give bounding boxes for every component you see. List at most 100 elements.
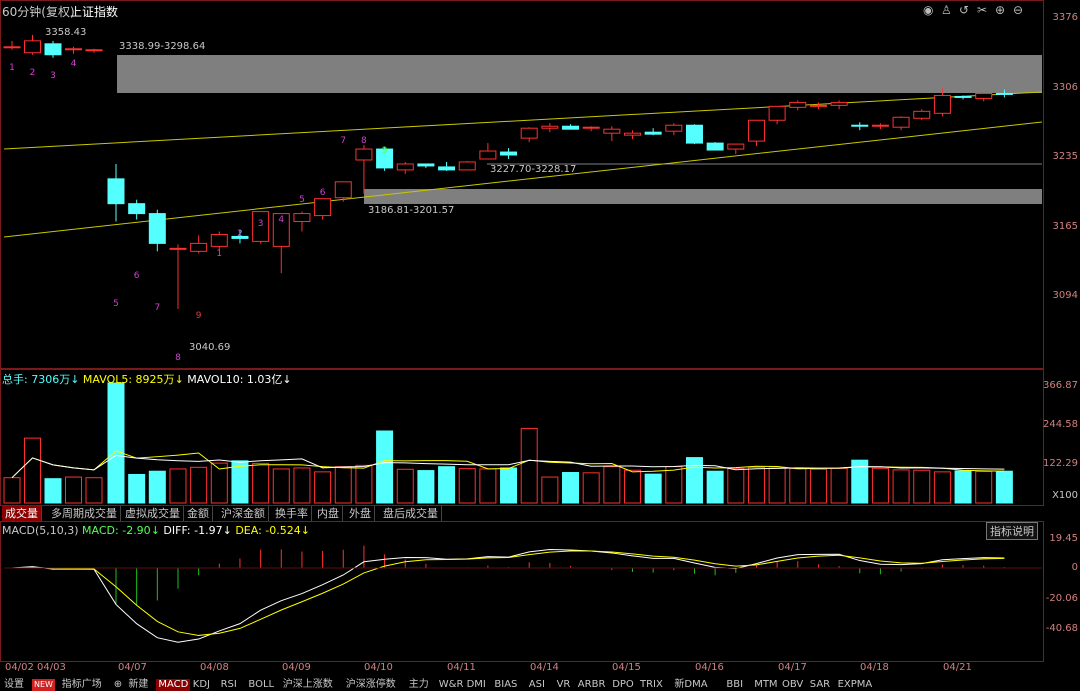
volume-bar <box>334 466 352 504</box>
price-axis-label: 3094 <box>1052 290 1078 301</box>
volume-mavol10: MAVOL10: 1.03亿 <box>187 373 283 386</box>
candlestick <box>24 34 41 55</box>
volume-bar <box>107 382 125 504</box>
indicator-tab[interactable]: BOLL <box>246 679 276 691</box>
indicator-tab[interactable]: 新建 <box>126 679 150 691</box>
tab-volume[interactable]: 成交量 <box>2 506 42 521</box>
date-label: 04/14 <box>530 662 559 673</box>
dea-line <box>11 550 1005 636</box>
candlestick <box>727 143 745 155</box>
tab-amount[interactable]: 金额 <box>184 506 213 521</box>
volume-bar <box>3 477 21 504</box>
date-label: 04/16 <box>695 662 724 673</box>
candlestick <box>809 102 827 110</box>
sequence-digit: 5 <box>113 299 119 309</box>
indicator-tab[interactable]: MTM <box>752 679 779 691</box>
indicator-tab[interactable]: 主力 <box>407 679 431 691</box>
candlestick <box>685 124 703 145</box>
sequence-digit: 2 <box>237 229 243 239</box>
indicator-tab[interactable]: ARBR <box>576 679 608 691</box>
volume-bar <box>479 468 497 504</box>
tab-virtual-volume[interactable]: 虚拟成交量 <box>122 506 184 521</box>
candlestick <box>706 142 724 151</box>
volume-bar <box>582 472 600 504</box>
candlestick <box>520 127 538 143</box>
candlestick <box>624 130 641 140</box>
indicator-tab[interactable]: 沪深上涨数 <box>281 679 335 691</box>
volume-bar <box>396 468 414 504</box>
tab-after-hours-volume[interactable]: 盘后成交量 <box>380 506 442 521</box>
volume-bar <box>644 473 662 504</box>
indicator-tab[interactable]: W&R <box>437 679 466 691</box>
candlestick <box>954 95 972 100</box>
sequence-digit: 5 <box>299 195 305 205</box>
indicator-tab[interactable]: VR <box>555 679 573 691</box>
candlestick <box>768 105 786 125</box>
candle-body <box>913 110 931 119</box>
volume-bar <box>706 470 724 504</box>
indicator-tab[interactable]: ASI <box>527 679 547 691</box>
indicator-tab[interactable]: BIAS <box>492 679 519 691</box>
volume-bar <box>665 466 683 504</box>
volume-bar <box>417 470 435 504</box>
tab-hs-amount[interactable]: 沪深金额 <box>218 506 269 521</box>
candlestick <box>65 46 82 54</box>
candlestick <box>190 235 208 254</box>
sequence-digit: 1 <box>9 63 15 73</box>
date-label: 04/08 <box>200 662 229 673</box>
candle-body <box>396 163 414 171</box>
candlestick <box>789 100 807 111</box>
indicator-tab[interactable]: NEW <box>32 679 55 691</box>
volume-bar <box>128 473 146 504</box>
candlestick <box>396 161 414 174</box>
indicator-tab[interactable]: 沪深涨停数 <box>344 679 398 691</box>
volume-bar <box>355 464 373 504</box>
indicator-help-button[interactable]: 指标说明 <box>986 522 1038 540</box>
indicator-tab[interactable]: OBV <box>780 679 805 691</box>
indicator-tab[interactable]: BBI <box>724 679 745 691</box>
volume-bar <box>85 477 103 504</box>
indicator-tab[interactable]: ⊕ <box>112 679 124 691</box>
indicator-tab[interactable]: EXPMA <box>836 679 875 691</box>
indicator-tab[interactable]: 设置 <box>2 679 26 691</box>
volume-axis-label: 244.58 <box>1043 419 1078 430</box>
candle-body <box>438 166 456 171</box>
sequence-digit: 6 <box>320 188 326 198</box>
candle-body <box>747 119 765 142</box>
indicator-tab[interactable]: 指标广场 <box>60 679 104 691</box>
candle-body <box>603 128 621 134</box>
kline-chart[interactable]: 1 2 3 4 5 6 7 8 9 1 2 3 4 5 6 7 8 9 <box>0 0 1044 662</box>
volume-bar <box>293 467 311 504</box>
tab-turnover[interactable]: 换手率 <box>272 506 312 521</box>
tab-inner[interactable]: 内盘 <box>314 506 343 521</box>
candle-body <box>685 124 703 144</box>
volume-bar <box>747 466 765 504</box>
indicator-tab[interactable]: 新DMA <box>672 679 709 691</box>
indicator-tab[interactable]: DMI <box>465 679 488 691</box>
volume-bar <box>500 467 518 504</box>
candlestick <box>892 116 910 131</box>
candle-body <box>933 94 951 114</box>
price-axis-label: 3235 <box>1052 151 1078 162</box>
tab-multi-period-volume[interactable]: 多周期成交量 <box>48 506 121 521</box>
date-label: 04/17 <box>778 662 807 673</box>
date-label: 04/02 <box>5 662 34 673</box>
indicator-tab[interactable]: SAR <box>808 679 832 691</box>
volume-bar <box>727 468 745 504</box>
candle-body <box>706 142 724 151</box>
volume-bar <box>562 472 580 504</box>
indicator-tab[interactable]: TRIX <box>638 679 665 691</box>
tab-outer[interactable]: 外盘 <box>346 506 375 521</box>
date-label: 04/07 <box>118 662 147 673</box>
indicator-tab[interactable]: DPO <box>610 679 636 691</box>
resistance-zone-upper <box>117 55 1042 93</box>
volume-bar <box>65 476 82 504</box>
indicator-tab[interactable]: MACD <box>156 679 191 691</box>
volume-bar <box>458 468 476 504</box>
candle-body <box>355 148 373 161</box>
indicator-tab[interactable]: RSI <box>219 679 239 691</box>
volume-bar <box>541 476 559 504</box>
candle-body <box>995 92 1013 95</box>
indicator-tab[interactable]: KDJ <box>191 679 212 691</box>
sequence-digit: 2 <box>30 68 36 78</box>
